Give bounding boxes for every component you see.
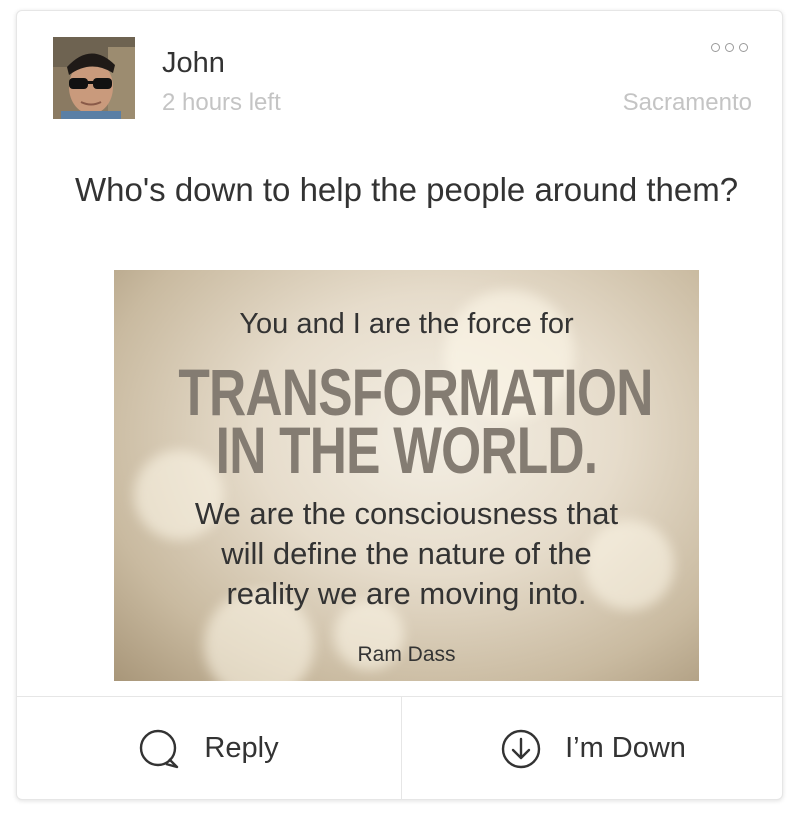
post-text: Who's down to help the people around the…	[75, 171, 739, 208]
dot	[725, 43, 734, 52]
post-card: John 2 hours left Sacramento Who's down …	[16, 10, 783, 800]
arrow-down-circle-icon	[501, 729, 541, 769]
im-down-label: I’m Down	[565, 732, 686, 764]
time-left: 2 hours left	[162, 89, 281, 116]
im-down-button[interactable]: I’m Down	[402, 697, 785, 800]
dot	[739, 43, 748, 52]
speech-bubble-icon	[138, 728, 180, 770]
post-image[interactable]: You and I are the force for TRANSFORMATI…	[114, 270, 699, 681]
quote-headline: IN THE WORLD.	[215, 413, 598, 487]
avatar[interactable]	[53, 37, 135, 119]
quote-line: You and I are the force for	[239, 308, 574, 340]
more-options-icon[interactable]	[709, 41, 750, 54]
quote-line: reality we are moving into.	[226, 576, 587, 611]
reply-button[interactable]: Reply	[17, 697, 400, 800]
avatar-photo	[53, 37, 135, 119]
dot	[711, 43, 720, 52]
quote-line: We are the consciousness that	[194, 496, 619, 531]
reply-label: Reply	[204, 732, 279, 764]
post-author[interactable]: John	[162, 46, 225, 80]
quote-line: will define the nature of the	[221, 536, 592, 571]
quote-author: Ram Dass	[357, 643, 456, 666]
post-location: Sacramento	[622, 89, 752, 116]
